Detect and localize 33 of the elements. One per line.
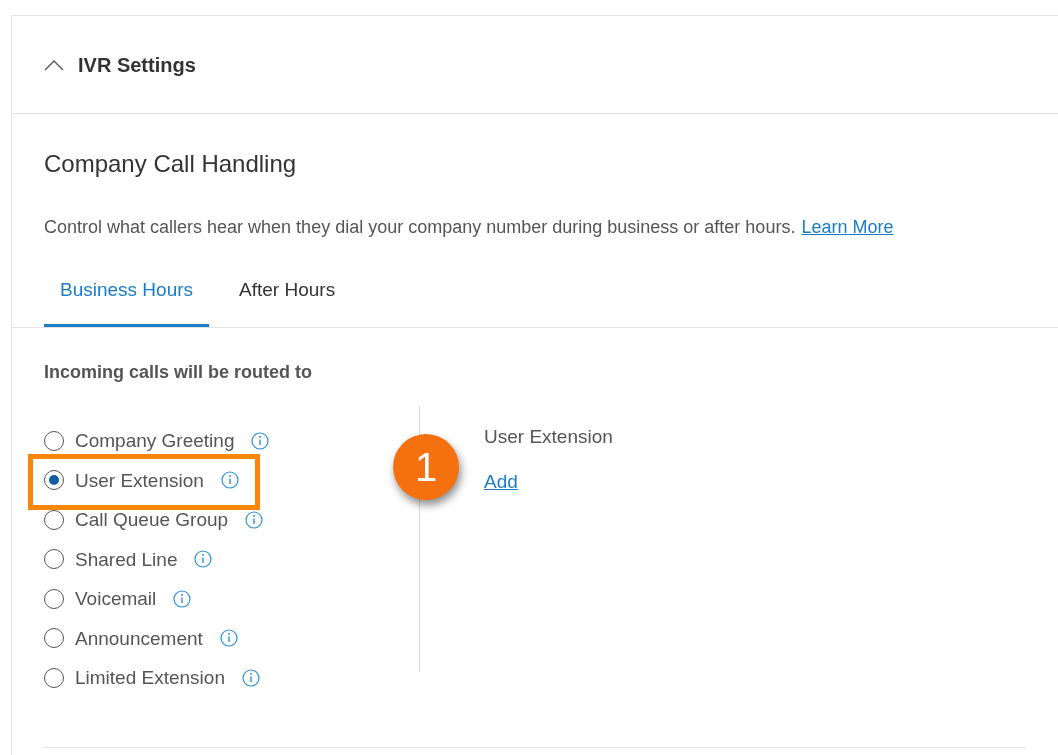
radio-button[interactable] (44, 509, 64, 530)
info-icon[interactable] (173, 589, 192, 608)
detail-title: User Extension (484, 425, 613, 448)
tab[interactable]: Business Hours (44, 266, 210, 327)
description-text: Control what callers hear when they dial your company number during business or after hours. (44, 216, 796, 238)
add-link[interactable]: Add (484, 470, 613, 493)
info-icon[interactable] (245, 510, 264, 529)
option-label: Call Queue Group (75, 508, 229, 532)
section-title: IVR Settings (78, 52, 196, 78)
option-label: Announcement (75, 626, 203, 650)
option-label: Shared Line (75, 547, 178, 571)
callout-badge: 1 (393, 434, 459, 500)
info-icon[interactable] (251, 431, 270, 450)
radio-button[interactable] (44, 588, 64, 609)
option-label: User Extension (75, 468, 204, 492)
routing-label: Incoming calls will be routed to (44, 361, 314, 383)
radio-button[interactable] (44, 628, 64, 649)
tab[interactable]: After Hours (223, 266, 352, 327)
info-icon[interactable] (241, 668, 260, 687)
info-icon[interactable] (194, 550, 213, 569)
option-label: Company Greeting (75, 429, 235, 453)
info-icon[interactable] (220, 471, 239, 490)
option-label: Voicemail (75, 587, 157, 611)
radio-button[interactable] (44, 667, 64, 688)
section-header[interactable]: IVR Settings (12, 16, 1058, 114)
radio-button[interactable] (44, 470, 64, 491)
info-icon[interactable] (219, 629, 238, 648)
section-heading: Company Call Handling (44, 150, 298, 178)
option-label: Limited Extension (75, 666, 225, 690)
radio-button[interactable] (44, 430, 64, 451)
radio-button[interactable] (44, 549, 64, 570)
learn-more-link[interactable]: Learn More (801, 216, 894, 238)
chevron-up-icon (44, 58, 64, 71)
